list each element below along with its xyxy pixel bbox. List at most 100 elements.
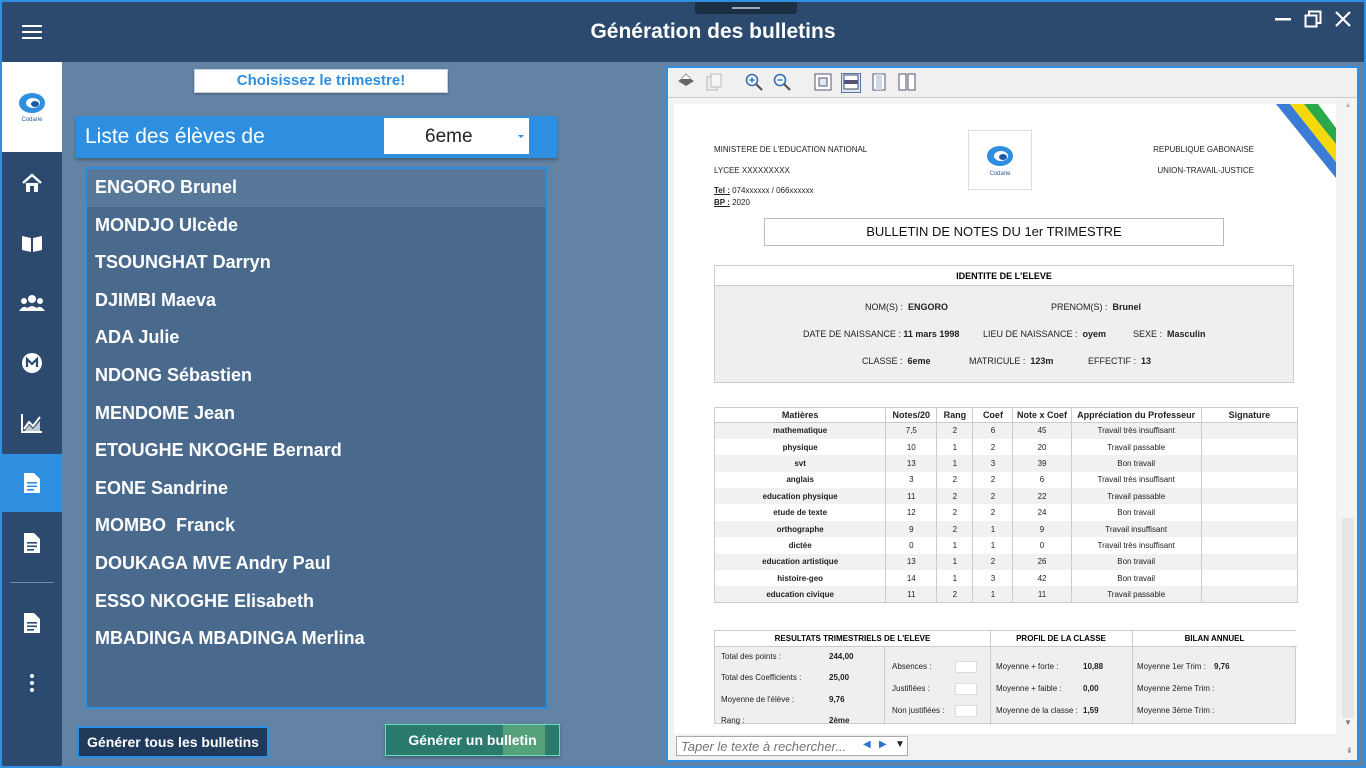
student-list-item[interactable]: DJIMBI Maeva — [87, 282, 546, 320]
report-viewer: MINISTERE DE L'EDUCATION NATIONAL LYCEE … — [666, 66, 1359, 762]
grades-cell — [1200, 438, 1299, 456]
grades-cell: 13 — [885, 455, 938, 472]
restore-button[interactable] — [1300, 10, 1326, 32]
print-button[interactable] — [676, 73, 696, 93]
grades-cell: 2 — [936, 504, 974, 521]
student-list-item[interactable]: MOMBO Franck — [87, 507, 546, 545]
student-list-item[interactable]: MENDOME Jean — [87, 395, 546, 433]
zoom-out-icon — [773, 73, 791, 91]
student-list-item[interactable]: DOUKAGA MVE Andry Paul — [87, 545, 546, 583]
classe-value: 6eme — [907, 356, 931, 366]
viewer-search-box: ◀ ▶ ▼ — [676, 736, 908, 756]
grades-cell: 6 — [972, 422, 1014, 439]
grades-cell: 1 — [936, 537, 974, 554]
single-page-icon — [872, 73, 886, 91]
grades-cell: Travail très insuffisant — [1070, 422, 1202, 439]
grades-cell: 0 — [1012, 537, 1072, 554]
student-list-item[interactable]: ENGORO Brunel — [87, 169, 546, 207]
non-justifiees-label: Non justifiées : — [892, 706, 945, 715]
codarie-logo-icon — [19, 93, 45, 113]
moyenne-value: 9,76 — [829, 695, 845, 704]
metro-icon — [22, 353, 42, 373]
matricule-value: 123m — [1030, 356, 1054, 366]
grades-cell: orthographe — [713, 520, 887, 538]
fit-page-button[interactable] — [813, 73, 833, 93]
minimize-button[interactable] — [1270, 10, 1296, 32]
grades-cell: 13 — [885, 553, 938, 571]
sexe-value: Masculin — [1167, 329, 1206, 339]
grades-cell — [1200, 488, 1299, 505]
republic-text: REPUBLIQUE GABONAISE — [1153, 145, 1254, 154]
bulletin-page: MINISTERE DE L'EDUCATION NATIONAL LYCEE … — [674, 104, 1336, 734]
copy-icon — [706, 73, 722, 91]
print-icon — [678, 73, 694, 86]
sidebar-item-bulletins[interactable] — [2, 454, 62, 512]
grades-cell: 45 — [1012, 422, 1072, 439]
lieu-line: LIEU DE NAISSANCE : oyem — [983, 329, 1106, 339]
student-list-item[interactable]: NDONG Sébastien — [87, 357, 546, 395]
student-list-item[interactable]: EONE Sandrine — [87, 470, 546, 508]
motto-text: UNION-TRAVAIL-JUSTICE — [1157, 166, 1254, 175]
drag-handle[interactable] — [695, 2, 797, 14]
grades-cell: Bon travail — [1070, 570, 1202, 587]
grades-cell: 39 — [1012, 455, 1072, 472]
grades-cell: 2 — [936, 520, 974, 538]
single-page-button[interactable] — [869, 73, 889, 93]
sidebar-item-document-2[interactable] — [2, 514, 62, 572]
two-pages-button[interactable] — [897, 73, 917, 93]
grades-cell — [1200, 553, 1299, 571]
classe-line: CLASSE : 6eme — [862, 356, 931, 366]
class-select[interactable]: 6eme — [384, 118, 529, 154]
sidebar-item-document-3[interactable] — [2, 594, 62, 652]
t2-label: Moyenne 2ème Trim : — [1137, 684, 1215, 693]
sidebar-item-students[interactable] — [2, 274, 62, 332]
nom-label: NOM(S) : — [865, 302, 903, 312]
close-button[interactable] — [1330, 10, 1356, 32]
hamburger-menu-button[interactable] — [2, 2, 62, 62]
sidebar-item-statistics[interactable] — [2, 394, 62, 452]
grades-cell: 1 — [936, 438, 974, 456]
search-prev-icon[interactable]: ◀ — [863, 739, 871, 750]
viewer-search-input[interactable] — [677, 737, 857, 755]
scroll-up-icon[interactable]: ▲ — [1344, 100, 1352, 109]
scroll-down-icon[interactable]: ▼ — [1344, 718, 1352, 727]
total-coef-label: Total des Coefficients : — [721, 673, 802, 682]
matricule-line: MATRICULE : 123m — [969, 356, 1053, 366]
grades-cell: Travail très insuffisant — [1070, 537, 1202, 554]
logo-text: Codarie — [21, 117, 43, 123]
resize-corner-icon[interactable]: ⇟ — [1346, 746, 1353, 755]
grades-cell: 2 — [972, 488, 1014, 505]
fit-width-button[interactable] — [841, 73, 861, 93]
search-next-icon[interactable]: ▶ — [879, 739, 887, 750]
zoom-out-button[interactable] — [772, 73, 792, 93]
scrollbar-thumb[interactable] — [1342, 518, 1354, 718]
student-list-item[interactable]: ETOUGHE NKOGHE Bernard — [87, 432, 546, 470]
grades-cell: 3 — [885, 471, 938, 489]
student-list-item[interactable]: ESSO NKOGHE Elisabeth — [87, 583, 546, 621]
justifiees-box — [955, 683, 977, 695]
matricule-label: MATRICULE : — [969, 356, 1026, 366]
nom-value: ENGORO — [908, 302, 949, 312]
codarie-logo-icon — [987, 145, 1013, 166]
zoom-in-button[interactable] — [744, 73, 764, 93]
generate-all-bulletins-button[interactable]: Générer tous les bulletins — [77, 726, 269, 758]
search-options-icon[interactable]: ▼ — [895, 739, 905, 750]
grades-cell: 3 — [972, 455, 1014, 472]
student-list-item[interactable]: MONDJO Ulcède — [87, 207, 546, 245]
copy-button[interactable] — [704, 73, 724, 93]
viewer-scrollbar[interactable]: ▲ ▼ — [1340, 98, 1357, 734]
choose-trimester-button[interactable]: Choisissez le trimestre! — [194, 69, 448, 93]
student-list-item[interactable]: TSOUNGHAT Darryn — [87, 244, 546, 282]
sidebar-item-more[interactable] — [2, 654, 62, 712]
sidebar-item-metro[interactable] — [2, 334, 62, 392]
grades-cell: dictée — [713, 537, 887, 554]
sidebar-item-home[interactable] — [2, 154, 62, 212]
home-icon — [22, 173, 42, 192]
bulletin-title: BULLETIN DE NOTES DU 1er TRIMESTRE — [764, 218, 1224, 246]
generate-one-bulletin-button[interactable]: Générer un bulletin — [385, 724, 560, 756]
grades-column-header: Notes/20 — [885, 407, 938, 423]
student-list-item[interactable]: ADA Julie — [87, 319, 546, 357]
sidebar-item-courses[interactable] — [2, 214, 62, 272]
student-list-item[interactable]: MBADINGA MBADINGA Merlina — [87, 620, 546, 658]
student-identity-section: IDENTITE DE L'ELEVE NOM(S) : ENGORO PREN… — [714, 265, 1294, 383]
